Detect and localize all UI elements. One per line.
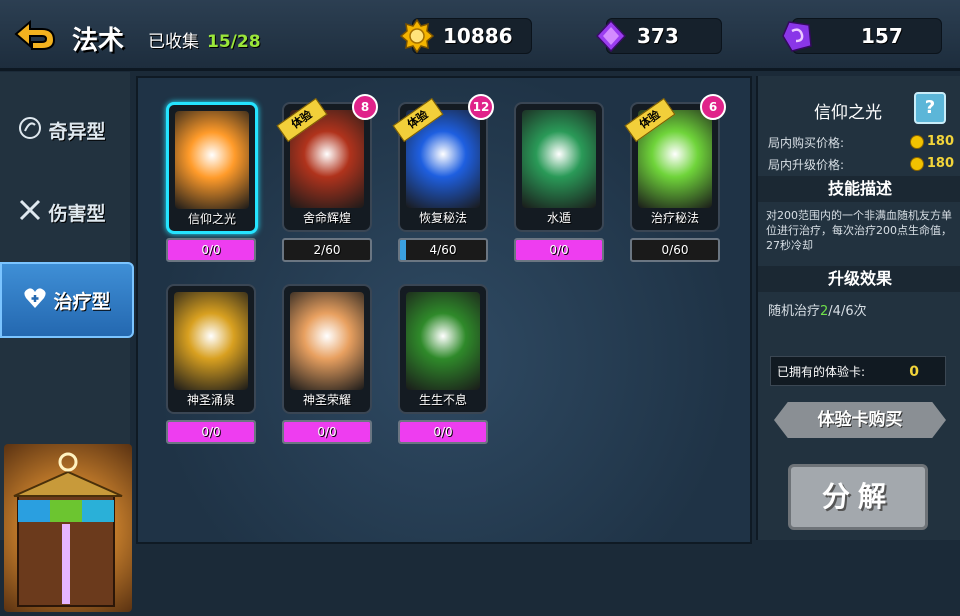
card-art-image [290,292,364,390]
crystal-value: 373 [637,24,679,48]
card-art-image [174,292,248,390]
count-badge: 12 [468,94,494,120]
gold-display: 10886 [400,18,532,54]
collected-count: 15/28 [207,32,261,52]
card-art-image [522,110,596,208]
progress-text: 4/60 [429,243,457,257]
gold-coin-icon [399,18,435,54]
gold-coin-icon [910,135,924,149]
spell-card[interactable]: 舍命辉煌 体验 8 [276,94,378,232]
card-progress-bar: 0/0 [166,420,256,444]
buy-price-label: 局内购买价格: [768,136,845,150]
card-progress-bar: 0/0 [398,420,488,444]
upgrade-effect-text: 随机治疗2/4/6次 [768,300,867,319]
progress-text: 2/60 [313,243,341,257]
card-name: 生生不息 [418,393,467,407]
heart-icon [23,287,47,314]
tab-damage-type[interactable]: 伤害型 [0,176,124,248]
skill-detail-panel: 信仰之光 ? 局内购买价格: 180 局内升级价格: 180 技能描述 对200… [756,76,960,540]
card-name: 水遁 [546,211,571,225]
crossed-swords-icon [18,198,42,227]
top-bar: 法术 已收集 15/28 10886 373 157 [0,0,960,71]
card-progress-bar: 2/60 [282,238,372,262]
progress-text: 0/60 [661,243,689,257]
card-progress-bar: 0/0 [514,238,604,262]
card-frame: 生生不息 [398,284,488,414]
collected-label: 已收集 [148,32,199,52]
card-frame: 水遁 [514,102,604,232]
swirl-icon [18,116,42,145]
upgrade-suffix: /4/6次 [828,304,867,319]
tab-healing-type[interactable]: 治疗型 [0,262,134,338]
help-button[interactable]: ? [914,92,946,124]
upgrade-price-label: 局内升级价格: [768,158,845,172]
card-frame: 神圣涌泉 [166,284,256,414]
card-name: 治疗秘法 [650,211,699,225]
card-art-image [175,111,249,209]
progress-text: 0/0 [201,425,221,439]
tab-strange-type[interactable]: 奇异型 [0,94,124,166]
card-art-image [406,292,480,390]
crystal-display: 373 [595,18,722,54]
spell-card[interactable]: 信仰之光 [166,102,258,234]
card-progress-bar: 0/60 [630,238,720,262]
spell-card[interactable]: 治疗秘法 体验 6 [624,94,726,232]
description-title: 技能描述 [758,176,960,202]
spell-card[interactable]: 神圣荣耀 [282,284,372,414]
category-sidebar: 奇异型 伤害型 治疗型 [0,72,134,612]
buy-price-row: 局内购买价格: 180 [768,134,954,151]
spell-card[interactable]: 水遁 [514,102,604,232]
upgrade-price-value: 180 [926,156,954,171]
spell-card[interactable]: 神圣涌泉 [166,284,256,414]
spell-card-grid: 信仰之光 0/0 舍命辉煌 体验 8 2/60 恢复秘法 体验 12 4/60 水遁 0/0 治疗秘法体… [136,76,752,544]
progress-text: 0/0 [549,243,569,257]
back-button[interactable] [10,12,60,56]
purple-crystal-icon [593,18,629,54]
owned-count: 0 [909,364,919,380]
purple-gem-icon [779,18,815,54]
gold-coin-icon [910,157,924,171]
owned-label: 已拥有的体验卡: [777,365,866,379]
skill-description: 对200范围内的一个非满血随机友方单位进行治疗，每次治疗200点生命值，27秒冷… [766,209,952,252]
card-progress-bar: 0/0 [166,238,256,262]
back-arrow-icon [14,19,56,50]
upgrade-prefix: 随机治疗 [768,304,821,319]
card-frame: 信仰之光 [166,102,258,234]
decompose-button[interactable]: 分解 [788,464,928,530]
page-title: 法术 [72,26,125,56]
progress-text: 0/0 [201,243,221,257]
tab-label: 伤害型 [48,202,106,225]
count-badge: 8 [352,94,378,120]
card-name: 神圣荣耀 [302,393,351,407]
spell-card[interactable]: 生生不息 [398,284,488,414]
card-progress-bar: 0/0 [282,420,372,444]
card-name: 舍命辉煌 [302,211,351,225]
owned-trial-cards: 已拥有的体验卡: 0 [770,356,946,386]
buy-price-value: 180 [926,134,954,149]
tab-label: 治疗型 [53,290,111,313]
card-name: 神圣涌泉 [186,393,235,407]
skill-name: 信仰之光 [814,103,882,123]
card-name: 信仰之光 [187,212,236,226]
gold-value: 10886 [443,24,513,48]
card-name: 恢复秘法 [418,211,467,225]
progress-text: 0/0 [433,425,453,439]
treasure-chest-image[interactable] [4,444,132,612]
upgrade-effect-title: 升级效果 [758,266,960,292]
upgrade-price-row: 局内升级价格: 180 [768,156,954,173]
card-progress-bar: 4/60 [398,238,488,262]
gem-value: 157 [861,24,903,48]
collected-counter: 已收集 15/28 [148,27,261,52]
buy-trial-card-button[interactable]: 体验卡购买 [774,402,946,438]
progress-text: 0/0 [317,425,337,439]
tab-label: 奇异型 [48,120,106,143]
gem-display: 157 [782,18,942,54]
spell-card[interactable]: 恢复秘法 体验 12 [392,94,494,232]
count-badge: 6 [700,94,726,120]
card-frame: 神圣荣耀 [282,284,372,414]
